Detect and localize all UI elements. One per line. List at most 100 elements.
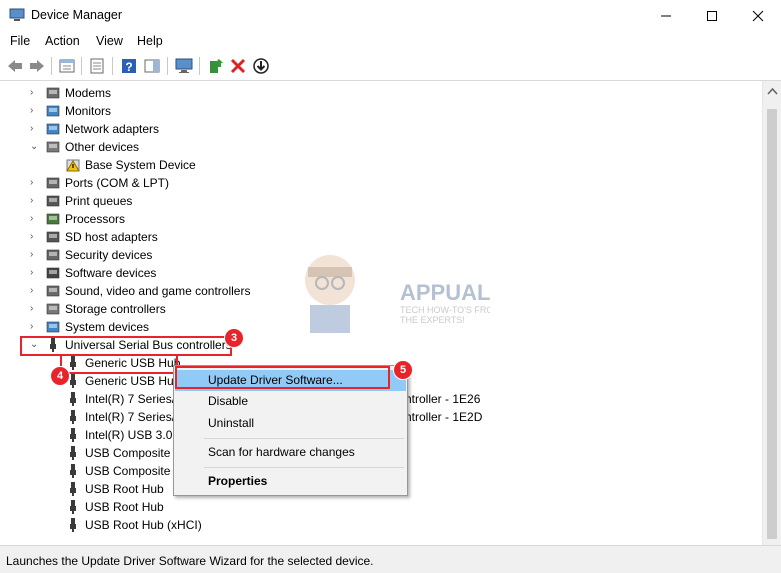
menu-file[interactable]: File bbox=[10, 34, 30, 48]
other-devices-icon bbox=[46, 141, 60, 153]
tree-item[interactable]: › Processors bbox=[30, 210, 700, 228]
scan-icon[interactable] bbox=[252, 57, 270, 75]
usb-icon bbox=[70, 500, 76, 514]
maximize-button[interactable] bbox=[689, 0, 735, 31]
highlight-generic-usb-hub bbox=[60, 354, 178, 374]
software-icon bbox=[46, 267, 60, 279]
context-scan-hardware[interactable]: Scan for hardware changes bbox=[175, 442, 406, 463]
monitor-icon[interactable] bbox=[175, 57, 193, 75]
usb-icon bbox=[70, 464, 76, 478]
expand-arrow-icon[interactable]: › bbox=[30, 246, 40, 264]
toolbar: ? bbox=[0, 52, 781, 81]
tree-item-label: Ports (COM & LPT) bbox=[65, 176, 170, 190]
tree-item[interactable]: ⌄ Other devices bbox=[30, 138, 700, 156]
tree-item-label: Intel(R) USB 3.0 e bbox=[85, 428, 183, 442]
update-driver-icon[interactable] bbox=[207, 57, 225, 75]
tree-item[interactable]: USB Root Hub (xHCI) bbox=[65, 516, 700, 534]
tree-item-label: Processors bbox=[65, 212, 126, 226]
toolbar-separator bbox=[199, 57, 200, 75]
processor-icon bbox=[46, 213, 60, 225]
sound-icon bbox=[46, 285, 60, 297]
back-icon[interactable] bbox=[6, 57, 24, 75]
menu-view[interactable]: View bbox=[96, 34, 123, 48]
close-icon bbox=[752, 10, 764, 21]
printer-icon bbox=[46, 195, 60, 207]
step-badge-5: 5 bbox=[393, 360, 413, 380]
context-uninstall-label: Uninstall bbox=[208, 416, 255, 430]
uninstall-icon[interactable] bbox=[229, 57, 247, 75]
scroll-up-icon[interactable] bbox=[767, 87, 778, 95]
tree-item-label: Generic USB Hub bbox=[85, 374, 181, 388]
expand-arrow-icon[interactable]: › bbox=[30, 210, 40, 228]
expand-arrow-icon[interactable]: › bbox=[30, 300, 40, 318]
monitor-icon bbox=[46, 105, 60, 117]
tree-item-label: USB Root Hub bbox=[85, 482, 164, 496]
toolbar-separator bbox=[81, 57, 82, 75]
action-pane-icon[interactable] bbox=[143, 57, 161, 75]
tree-item[interactable]: › Print queues bbox=[30, 192, 700, 210]
highlight-usb-controllers bbox=[20, 336, 232, 356]
tree-item[interactable]: › Modems bbox=[30, 84, 700, 102]
help-icon[interactable]: ? bbox=[120, 57, 138, 75]
expand-arrow-icon[interactable]: › bbox=[30, 192, 40, 210]
tree-item-label: Print queues bbox=[65, 194, 133, 208]
tree-item[interactable]: › Ports (COM & LPT) bbox=[30, 174, 700, 192]
tree-item-label: Sound, video and game controllers bbox=[65, 284, 251, 298]
expand-arrow-icon[interactable]: › bbox=[30, 318, 40, 336]
tree-item[interactable]: Base System Device bbox=[65, 156, 700, 174]
minimize-button[interactable] bbox=[643, 0, 689, 31]
context-scan-hardware-label: Scan for hardware changes bbox=[208, 445, 355, 459]
system-icon bbox=[46, 321, 60, 333]
usb-icon bbox=[70, 482, 76, 496]
collapse-arrow-icon[interactable]: ⌄ bbox=[30, 138, 40, 156]
driver-details-icon[interactable] bbox=[88, 57, 106, 75]
svg-text:?: ? bbox=[125, 60, 132, 74]
tree-item[interactable]: › SD host adapters bbox=[30, 228, 700, 246]
tree-item[interactable]: USB Root Hub bbox=[65, 498, 700, 516]
context-properties[interactable]: Properties bbox=[175, 471, 406, 492]
tree-item-label: Security devices bbox=[65, 248, 153, 262]
watermark-tagline-2: THE EXPERTS! bbox=[400, 315, 465, 325]
vertical-scrollbar[interactable] bbox=[762, 81, 781, 545]
watermark-brand: APPUALS bbox=[400, 280, 490, 305]
context-disable[interactable]: Disable bbox=[175, 391, 406, 412]
tree-item-label: Network adapters bbox=[65, 122, 160, 136]
toolbar-separator bbox=[51, 57, 52, 75]
context-uninstall[interactable]: Uninstall bbox=[175, 413, 406, 434]
forward-icon[interactable] bbox=[28, 57, 46, 75]
usb-icon bbox=[70, 446, 76, 460]
close-button[interactable] bbox=[735, 0, 781, 31]
usb-icon bbox=[70, 518, 76, 532]
warning-device-icon bbox=[66, 159, 80, 172]
status-text: Launches the Update Driver Software Wiza… bbox=[6, 554, 374, 568]
expand-arrow-icon[interactable]: › bbox=[30, 228, 40, 246]
title-bar: Device Manager bbox=[0, 0, 781, 32]
scroll-thumb[interactable] bbox=[767, 109, 777, 539]
context-separator bbox=[204, 467, 404, 468]
menu-action[interactable]: Action bbox=[45, 34, 80, 48]
watermark-tagline-1: TECH HOW-TO'S FROM bbox=[400, 305, 490, 315]
tree-item-label: System devices bbox=[65, 320, 150, 334]
mascot-logo-icon: APPUALS TECH HOW-TO'S FROM THE EXPERTS! bbox=[305, 255, 505, 333]
menu-help[interactable]: Help bbox=[137, 34, 163, 48]
step-badge-4: 4 bbox=[50, 366, 70, 386]
expand-arrow-icon[interactable]: › bbox=[30, 84, 40, 102]
appuals-watermark: APPUALS TECH HOW-TO'S FROM THE EXPERTS! bbox=[290, 245, 505, 338]
context-disable-label: Disable bbox=[208, 394, 249, 408]
tree-item[interactable]: › Monitors bbox=[30, 102, 700, 120]
expand-arrow-icon[interactable]: › bbox=[30, 102, 40, 120]
tree-item-label: Intel(R) 7 Series/C bbox=[85, 410, 184, 424]
port-icon bbox=[46, 177, 60, 189]
expand-arrow-icon[interactable]: › bbox=[30, 264, 40, 282]
tree-item[interactable]: › Network adapters bbox=[30, 120, 700, 138]
expand-arrow-icon[interactable]: › bbox=[30, 282, 40, 300]
status-bar: Launches the Update Driver Software Wiza… bbox=[0, 545, 781, 573]
toolbar-separator bbox=[112, 57, 113, 75]
expand-arrow-icon[interactable]: › bbox=[30, 174, 40, 192]
expand-arrow-icon[interactable]: › bbox=[30, 120, 40, 138]
minimize-icon bbox=[661, 15, 671, 16]
step-badge-3: 3 bbox=[224, 328, 244, 348]
menu-bar: File Action View Help bbox=[0, 31, 781, 52]
properties-icon[interactable] bbox=[58, 57, 76, 75]
modem-icon bbox=[46, 87, 60, 99]
